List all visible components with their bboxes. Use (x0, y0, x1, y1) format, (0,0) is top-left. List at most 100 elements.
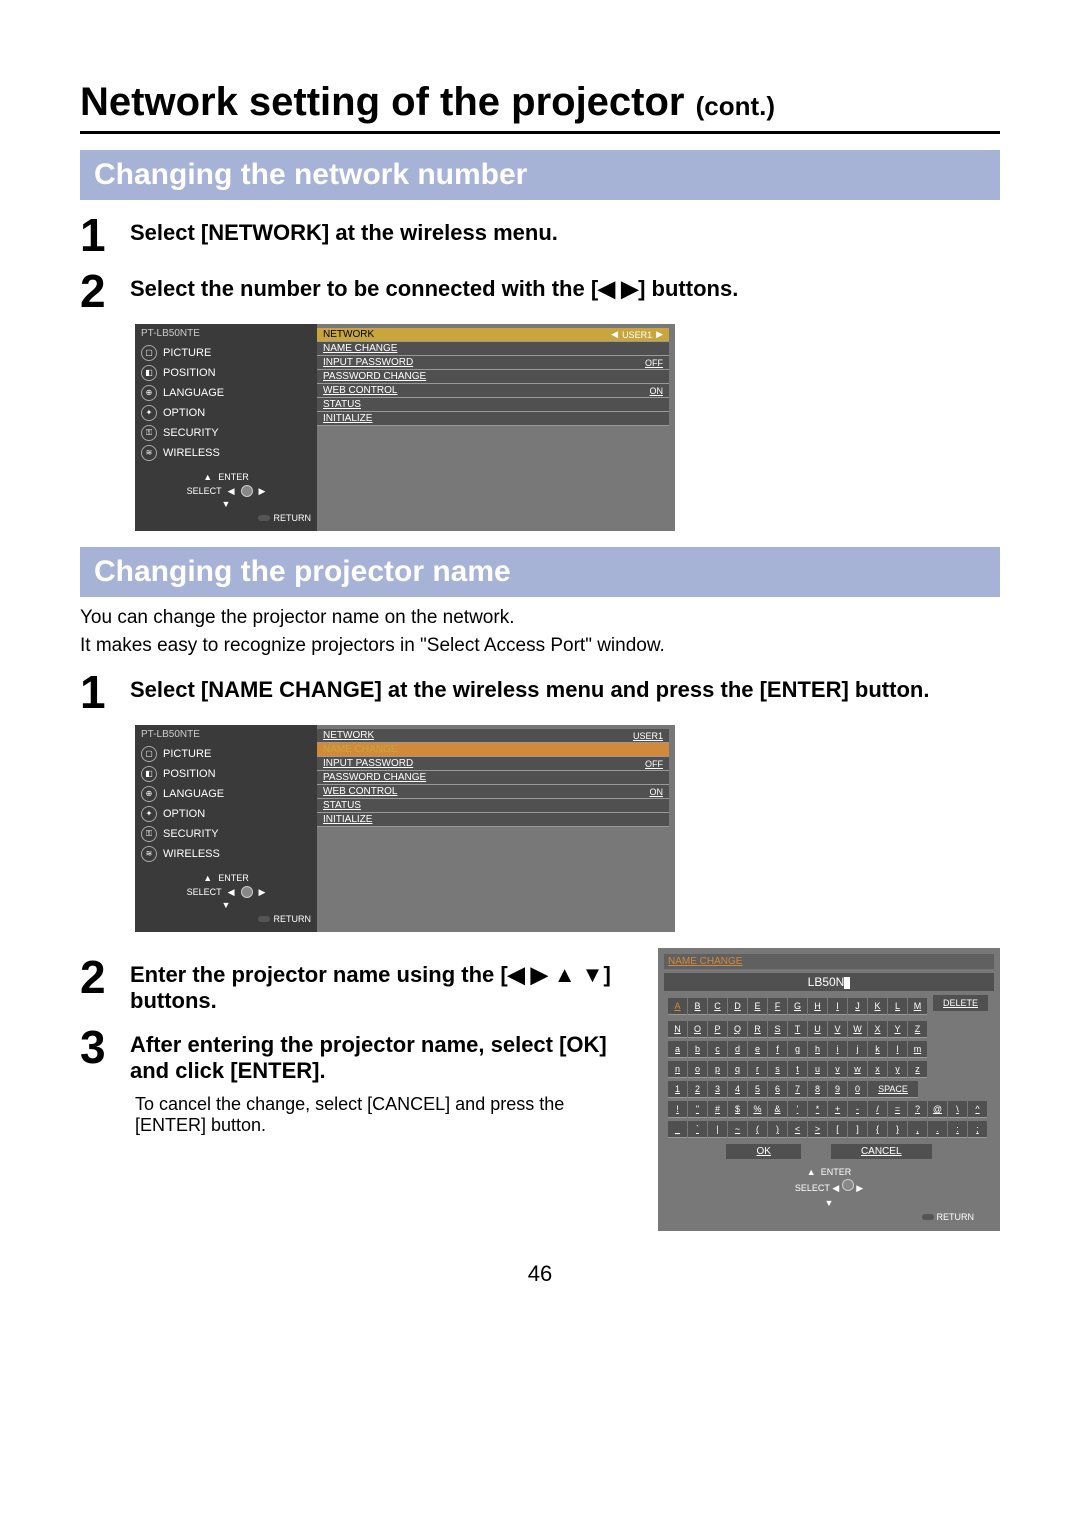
kbd-key: F (768, 998, 787, 1015)
step-text: Select [NETWORK] at the wireless menu. (130, 212, 1000, 246)
kbd-key: = (888, 1101, 907, 1118)
step-text: Enter the projector name using the [◀ ▶ … (130, 954, 628, 1014)
kbd-key: d (728, 1041, 747, 1058)
kbd-key: n (668, 1061, 687, 1078)
kbd-key: K (868, 998, 887, 1015)
kbd-key: 7 (788, 1081, 807, 1098)
kbd-key: 0 (848, 1081, 867, 1098)
kbd-key: O (688, 1021, 707, 1038)
kbd-key: 3 (708, 1081, 727, 1098)
kbd-key: Y (888, 1021, 907, 1038)
osd-row-inputpw: INPUT PASSWORDOFF (317, 356, 669, 370)
kbd-key: m (908, 1041, 927, 1058)
osd-nav: ▲ENTER SELECT◀▶ ▼ RETURN (141, 471, 311, 525)
kbd-key: b (688, 1041, 707, 1058)
kbd-key: M (908, 998, 927, 1015)
kbd-space-button: SPACE (868, 1081, 918, 1098)
kbd-key: v (828, 1061, 847, 1078)
kbd-key: o (688, 1061, 707, 1078)
kbd-key: E (748, 998, 767, 1015)
s2-step1: 1 Select [NAME CHANGE] at the wireless m… (80, 669, 1000, 715)
osd-keyboard: NAME CHANGE LB50N ABCDEFGHIJKLMDELETENOP… (658, 948, 1000, 1231)
kbd-key: ^ (968, 1101, 987, 1118)
language-icon: ⊕ (141, 786, 157, 802)
kbd-key: A (668, 998, 687, 1015)
kbd-key: \ (948, 1101, 967, 1118)
kbd-key: D (728, 998, 747, 1015)
position-icon: ◧ (141, 766, 157, 782)
osd-row-init: INITIALIZE (317, 813, 669, 827)
kbd-key: ; (968, 1121, 987, 1138)
kbd-key: u (808, 1061, 827, 1078)
kbd-key: > (808, 1121, 827, 1138)
s2-intro2: It makes easy to recognize projectors in… (80, 635, 1000, 657)
option-icon: ✦ (141, 806, 157, 822)
kbd-key: # (708, 1101, 727, 1118)
kbd-key: < (788, 1121, 807, 1138)
kbd-key: h (808, 1041, 827, 1058)
kbd-key: 8 (808, 1081, 827, 1098)
kbd-key: [ (828, 1121, 847, 1138)
kbd-key: 1 (668, 1081, 687, 1098)
s2-intro1: You can change the projector name on the… (80, 607, 1000, 629)
step-number: 1 (80, 669, 130, 715)
osd-row-init: INITIALIZE (317, 412, 669, 426)
kbd-key: ' (788, 1101, 807, 1118)
kbd-key: G (788, 998, 807, 1015)
page-title: Network setting of the projector (cont.) (80, 80, 1000, 134)
step-text: Select the number to be connected with t… (130, 268, 1000, 302)
kbd-key: Q (728, 1021, 747, 1038)
kbd-key: 4 (728, 1081, 747, 1098)
kbd-key: x (868, 1061, 887, 1078)
kbd-key: ` (688, 1121, 707, 1138)
kbd-key: V (828, 1021, 847, 1038)
s2-step2: 2 Enter the projector name using the [◀ … (80, 954, 628, 1014)
osd-screenshot-1: PT-LB50NTE ▢PICTURE ◧POSITION ⊕LANGUAGE … (135, 324, 675, 531)
kbd-delete-button: DELETE (933, 995, 988, 1011)
kbd-nav: ▲ ENTER SELECT ◀ ▶ ▼ RETURN (664, 1165, 994, 1225)
kbd-key: p (708, 1061, 727, 1078)
osd-row-pwchange: PASSWORD CHANGE (317, 370, 669, 384)
kbd-key: 6 (768, 1081, 787, 1098)
kbd-key: $ (728, 1101, 747, 1118)
s2-step3: 3 After entering the projector name, sel… (80, 1024, 628, 1084)
kbd-key: J (848, 998, 867, 1015)
kbd-key: f (768, 1041, 787, 1058)
kbd-key: Z (908, 1021, 927, 1038)
kbd-key: - (848, 1101, 867, 1118)
step-text: After entering the projector name, selec… (130, 1024, 628, 1084)
osd-row-namechange: NAME CHANGE (317, 342, 669, 356)
wireless-icon: ≋ (141, 846, 157, 862)
kbd-key: y (888, 1061, 907, 1078)
kbd-key: " (688, 1101, 707, 1118)
kbd-key: W (848, 1021, 867, 1038)
osd-row-webctrl: WEB CONTROLON (317, 384, 669, 398)
kbd-key: j (848, 1041, 867, 1058)
kbd-key: 5 (748, 1081, 767, 1098)
kbd-key: ) (768, 1121, 787, 1138)
kbd-key: s (768, 1061, 787, 1078)
osd-row-webctrl: WEB CONTROLON (317, 785, 669, 799)
kbd-title: NAME CHANGE (664, 954, 994, 969)
kbd-key: z (908, 1061, 927, 1078)
kbd-key: L (888, 998, 907, 1015)
kbd-key: w (848, 1061, 867, 1078)
osd-row-status: STATUS (317, 398, 669, 412)
osd-row-status: STATUS (317, 799, 669, 813)
s1-step2: 2 Select the number to be connected with… (80, 268, 1000, 314)
kbd-key: R (748, 1021, 767, 1038)
kbd-key: ? (908, 1101, 927, 1118)
kbd-key: { (868, 1121, 887, 1138)
kbd-key: @ (928, 1101, 947, 1118)
kbd-ok-button: OK (726, 1144, 800, 1159)
kbd-key: c (708, 1041, 727, 1058)
osd-model: PT-LB50NTE (141, 328, 311, 339)
osd-screenshot-2: PT-LB50NTE ▢PICTURE ◧POSITION ⊕LANGUAGE … (135, 725, 675, 932)
kbd-key: T (788, 1021, 807, 1038)
osd-row-namechange: NAME CHANGE (317, 743, 669, 757)
kbd-key: X (868, 1021, 887, 1038)
osd-model: PT-LB50NTE (141, 729, 311, 740)
kbd-key: g (788, 1041, 807, 1058)
picture-icon: ▢ (141, 746, 157, 762)
step-number: 2 (80, 268, 130, 314)
